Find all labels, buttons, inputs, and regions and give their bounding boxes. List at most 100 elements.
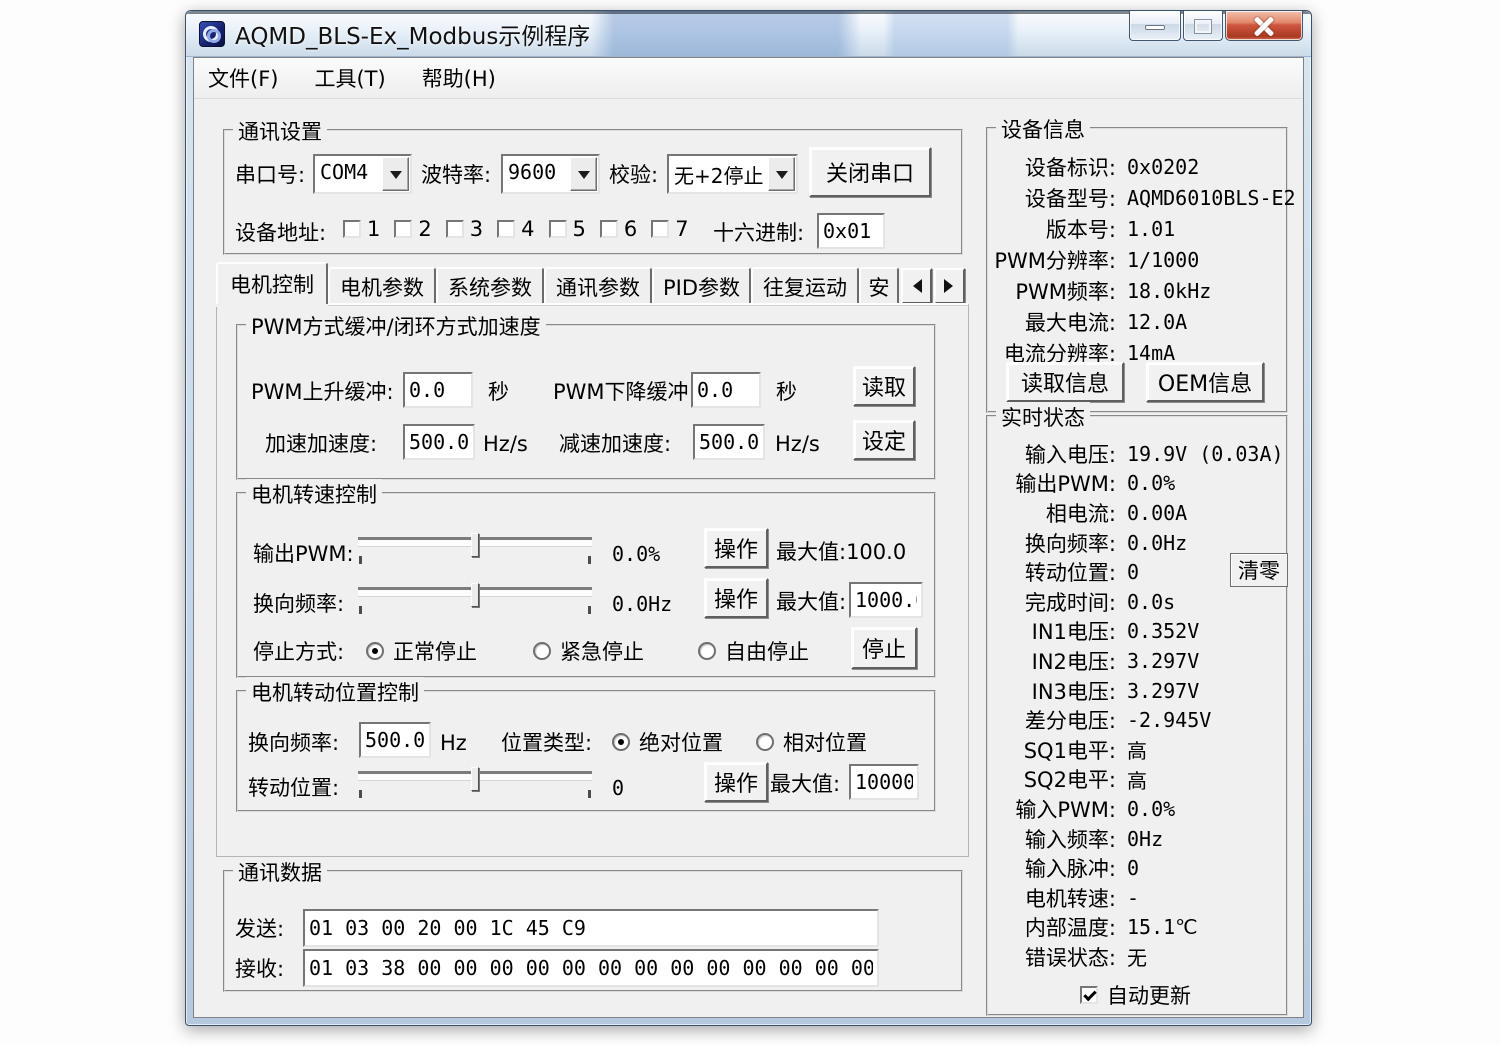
position-type-relative-radio[interactable]: 相对位置 xyxy=(756,727,867,757)
device-info-group: 设备信息 设备标识:0x0202 设备型号:AQMD6010BLS-E2 版本号… xyxy=(986,127,1288,413)
freq-max-input[interactable] xyxy=(849,582,923,618)
device-info-title: 设备信息 xyxy=(996,114,1090,144)
commutation-freq-slider[interactable] xyxy=(356,580,594,614)
slider-thumb[interactable] xyxy=(471,583,479,607)
parity-value: 无+2停止 xyxy=(674,160,763,189)
parity-select[interactable]: 无+2停止 xyxy=(667,154,798,194)
clear-position-button[interactable]: 清零 xyxy=(1230,553,1288,587)
pwm-accel-group: PWM方式缓冲/闭环方式加速度 PWM上升缓冲: 秒 PWM下降缓冲: 秒 读取… xyxy=(236,324,936,480)
auto-update-label: 自动更新 xyxy=(1107,980,1191,1010)
set-button[interactable]: 设定 xyxy=(853,420,915,460)
status-row: 差分电压:-2.945V xyxy=(994,705,1280,735)
menu-item-help[interactable]: 帮助(H) xyxy=(422,63,496,93)
caption-buttons xyxy=(1129,11,1303,41)
address-checkbox-2[interactable] xyxy=(394,220,412,238)
status-title: 实时状态 xyxy=(996,402,1090,432)
status-row: 错误状态:无 xyxy=(994,942,1280,972)
tab-strip: 电机控制 电机参数 系统参数 通讯参数 PID参数 往复运动 安 xyxy=(216,262,965,304)
address-checkbox-4[interactable] xyxy=(497,220,515,238)
radio-icon[interactable] xyxy=(612,733,630,751)
baud-dropdown-icon[interactable] xyxy=(570,157,597,191)
tab-motor-control[interactable]: 电机控制 xyxy=(216,262,328,304)
baud-select[interactable]: 9600 xyxy=(501,154,600,194)
port-select[interactable]: COM4 xyxy=(313,154,412,194)
read-button[interactable]: 读取 xyxy=(853,366,915,406)
position-freq-label: 换向频率: xyxy=(248,731,339,755)
slider-thumb[interactable] xyxy=(471,767,479,791)
commutation-freq-apply-button[interactable]: 操作 xyxy=(704,578,768,618)
parity-dropdown-icon[interactable] xyxy=(768,157,795,191)
tab-motor-params[interactable]: 电机参数 xyxy=(328,267,436,304)
tab-scroll-left-button[interactable] xyxy=(901,268,932,304)
tab-comm-params[interactable]: 通讯参数 xyxy=(544,267,652,304)
comm-data-group: 通讯数据 发送: 接收: xyxy=(223,870,963,992)
pwm-fall-input[interactable] xyxy=(691,372,761,408)
comm-settings-group: 通讯设置 串口号: COM4 波特率: 9600 校验: 无+2停止 xyxy=(223,129,963,255)
radio-icon[interactable] xyxy=(756,733,774,751)
close-port-button[interactable]: 关闭串口 xyxy=(809,147,931,197)
tab-scroll-right-button[interactable] xyxy=(934,268,965,304)
output-pwm-apply-button[interactable]: 操作 xyxy=(704,528,768,568)
device-info-row: 最大电流:12.0A xyxy=(994,306,1280,337)
read-info-button[interactable]: 读取信息 xyxy=(1006,362,1124,402)
status-row: IN2电压:3.297V xyxy=(994,646,1280,676)
close-button[interactable] xyxy=(1225,11,1303,41)
radio-icon[interactable] xyxy=(533,642,551,660)
status-row: IN3电压:3.297V xyxy=(994,676,1280,706)
tab-reciprocate[interactable]: 往复运动 xyxy=(751,267,859,304)
address-checkbox-5[interactable] xyxy=(549,220,567,238)
auto-update-checkbox[interactable] xyxy=(1080,986,1098,1004)
position-control-group: 电机转动位置控制 换向频率: Hz 位置类型: 绝对位置 相对位置 转动位置: xyxy=(236,690,936,812)
arrow-left-icon xyxy=(906,279,922,293)
output-pwm-label: 输出PWM: xyxy=(253,542,354,566)
send-data-field[interactable] xyxy=(303,909,879,947)
device-address-checkboxes: 1 2 3 4 5 6 7 xyxy=(343,217,689,241)
address-checkbox-7[interactable] xyxy=(651,220,669,238)
minimize-button[interactable] xyxy=(1129,11,1181,41)
client-area: 文件(F) 工具(T) 帮助(H) 通讯设置 串口号: COM4 波特率: 96… xyxy=(193,57,1304,1018)
rotation-position-slider[interactable] xyxy=(356,764,594,798)
menu-item-file[interactable]: 文件(F) xyxy=(208,63,278,93)
port-label: 串口号: xyxy=(235,163,305,187)
receive-data-field[interactable] xyxy=(303,949,879,987)
decel-input[interactable] xyxy=(693,424,765,460)
stop-mode-free-radio[interactable]: 自由停止 xyxy=(698,636,809,666)
maximize-button[interactable] xyxy=(1183,11,1223,41)
status-row: 输入脉冲:0 xyxy=(994,853,1280,883)
tab-safety-truncated[interactable]: 安 xyxy=(859,267,899,304)
menu-bar: 文件(F) 工具(T) 帮助(H) xyxy=(194,58,1303,99)
position-max-input[interactable] xyxy=(849,764,919,800)
device-info-row: 版本号:1.01 xyxy=(994,213,1280,244)
hex-address-input[interactable] xyxy=(817,213,885,249)
stop-mode-emergency-radio[interactable]: 紧急停止 xyxy=(533,636,644,666)
output-pwm-slider[interactable] xyxy=(356,530,594,564)
position-type-absolute-radio[interactable]: 绝对位置 xyxy=(612,727,723,757)
position-apply-button[interactable]: 操作 xyxy=(704,762,768,802)
desktop: AQMD_BLS-Ex_Modbus示例程序 文件(F) 工具(T) 帮助(H)… xyxy=(0,0,1500,1045)
commutation-freq-value: 0.0Hz xyxy=(612,592,672,616)
radio-icon[interactable] xyxy=(698,642,716,660)
address-checkbox-1[interactable] xyxy=(343,220,361,238)
rotation-position-value: 0 xyxy=(612,776,624,800)
pwm-fall-unit: 秒 xyxy=(776,380,797,404)
pwm-rise-label: PWM上升缓冲: xyxy=(251,380,394,404)
slider-thumb[interactable] xyxy=(471,533,479,557)
stop-button[interactable]: 停止 xyxy=(851,627,917,669)
radio-icon[interactable] xyxy=(366,642,384,660)
position-freq-input[interactable] xyxy=(359,722,431,758)
tab-system-params[interactable]: 系统参数 xyxy=(436,267,544,304)
port-dropdown-icon[interactable] xyxy=(382,157,409,191)
tab-pid-params[interactable]: PID参数 xyxy=(652,267,751,304)
port-value: COM4 xyxy=(320,160,368,184)
auto-update-option[interactable]: 自动更新 xyxy=(994,980,1280,1010)
pwm-rise-input[interactable] xyxy=(403,372,473,408)
oem-info-button[interactable]: OEM信息 xyxy=(1146,362,1264,402)
stop-mode-normal-radio[interactable]: 正常停止 xyxy=(366,636,477,666)
device-info-row: 设备标识:0x0202 xyxy=(994,151,1280,182)
pwm-rise-unit: 秒 xyxy=(488,380,509,404)
address-checkbox-6[interactable] xyxy=(600,220,618,238)
address-checkbox-3[interactable] xyxy=(446,220,464,238)
accel-input[interactable] xyxy=(403,424,475,460)
menu-item-tools[interactable]: 工具(T) xyxy=(314,63,385,93)
status-row: 内部温度:15.1℃ xyxy=(994,913,1280,943)
